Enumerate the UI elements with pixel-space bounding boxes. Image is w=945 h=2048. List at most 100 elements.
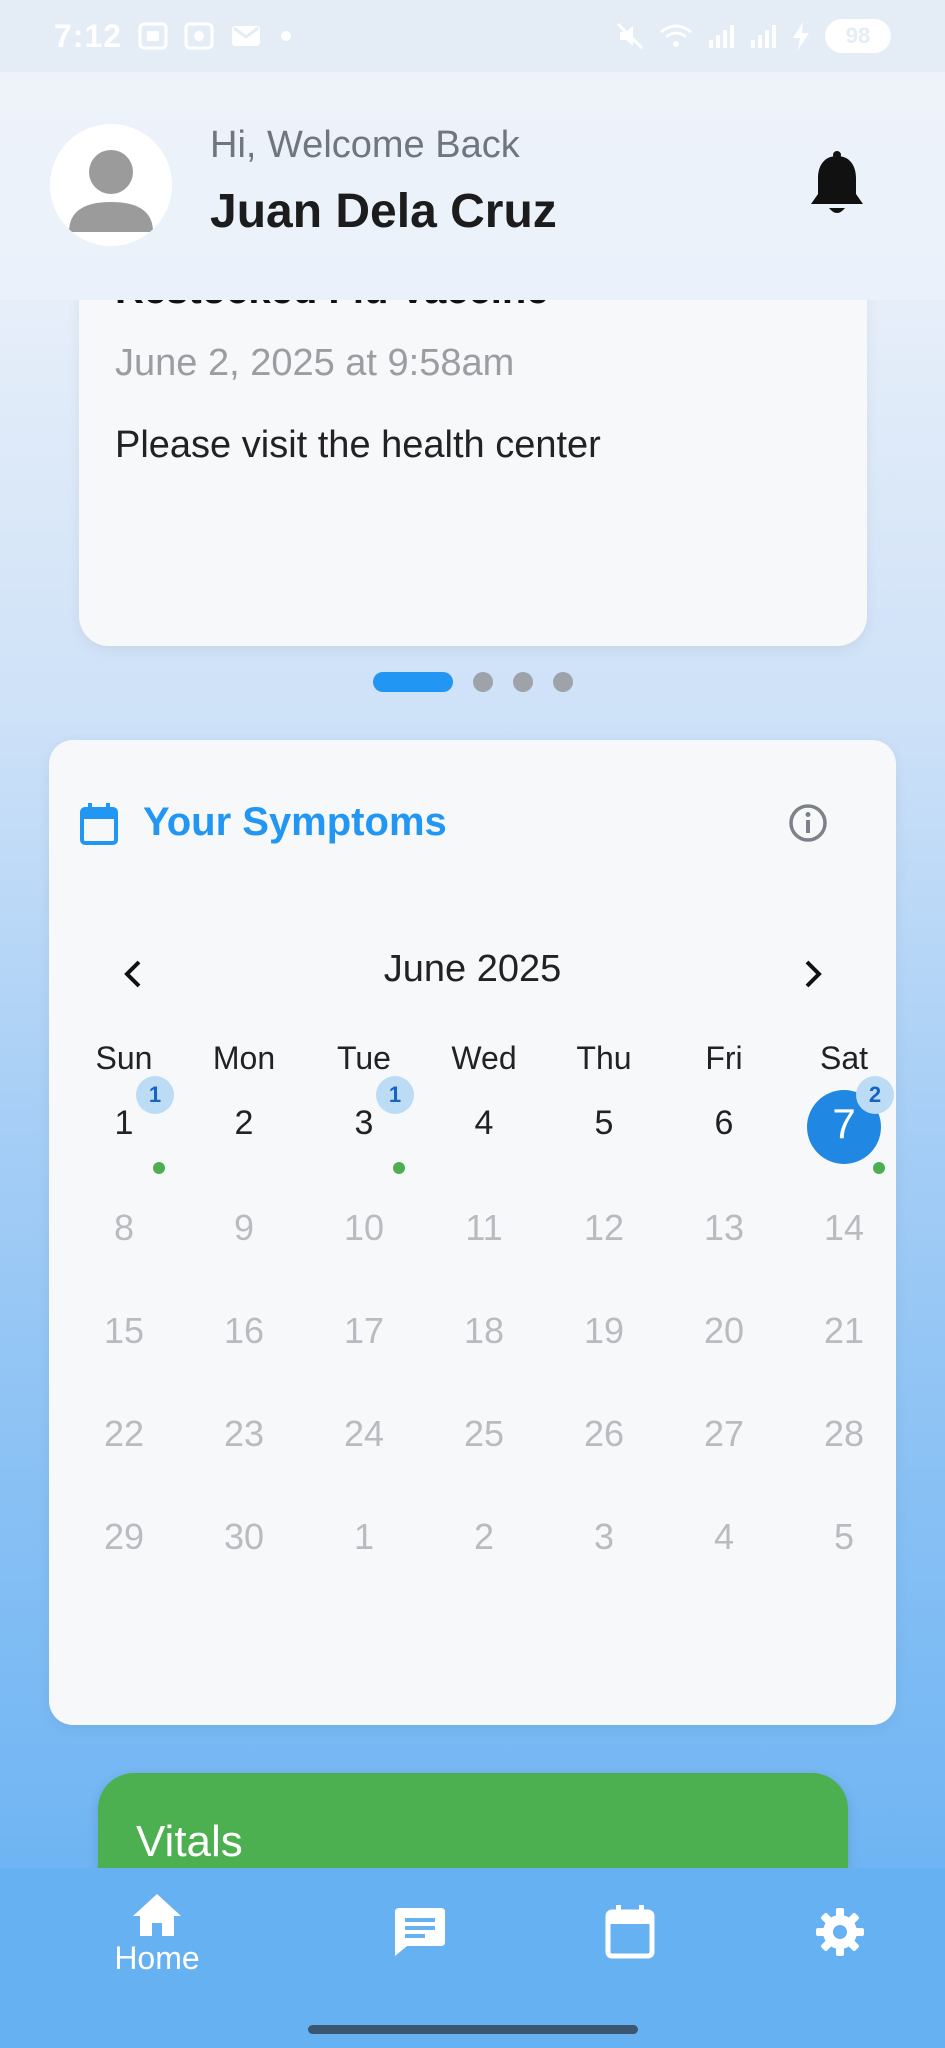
calendar-week-row: 1123145672 bbox=[64, 1076, 904, 1193]
calendar-day[interactable]: 26 bbox=[544, 1399, 664, 1502]
calendar-day[interactable]: 14 bbox=[784, 1193, 904, 1296]
calendar-day[interactable]: 28 bbox=[784, 1399, 904, 1502]
calendar-day[interactable]: 27 bbox=[664, 1399, 784, 1502]
calendar-day[interactable]: 23 bbox=[184, 1399, 304, 1502]
header: Hi, Welcome Back Juan Dela Cruz bbox=[0, 72, 945, 300]
day-number: 5 bbox=[594, 1104, 614, 1142]
next-month-button[interactable] bbox=[795, 952, 831, 996]
calendar-day[interactable]: 18 bbox=[424, 1296, 544, 1399]
calendar-day[interactable]: 17 bbox=[304, 1296, 424, 1399]
symptom-count-badge: 2 bbox=[856, 1076, 894, 1114]
carousel-dot[interactable] bbox=[512, 672, 533, 692]
calendar-day[interactable]: 29 bbox=[64, 1502, 184, 1605]
vitals-title: Vitals bbox=[136, 1817, 243, 1866]
carousel-dot-active[interactable] bbox=[372, 672, 453, 692]
nav-home-label: Home bbox=[114, 1940, 200, 1976]
day-number: 23 bbox=[223, 1413, 265, 1454]
calendar-day[interactable]: 2 bbox=[184, 1090, 304, 1193]
day-number: 1 bbox=[353, 1516, 375, 1557]
chevron-right-icon bbox=[805, 960, 822, 988]
calendar-day[interactable]: 5 bbox=[544, 1090, 664, 1193]
status-bar: 7:12 98 bbox=[0, 0, 945, 72]
calendar-day[interactable]: 2 bbox=[424, 1502, 544, 1605]
calendar-day[interactable]: 4 bbox=[424, 1090, 544, 1193]
symptom-count-badge: 1 bbox=[376, 1076, 414, 1114]
calendar-grid: 1 1 2 3 1 4 5 6 7 2 8 9 10 11 12 13 14 15 16 17 18 19 20 21 22 23… bbox=[64, 1076, 904, 1605]
calendar-day[interactable]: 22 bbox=[64, 1399, 184, 1502]
calendar-day[interactable]: 30 bbox=[184, 1502, 304, 1605]
avatar[interactable] bbox=[50, 124, 172, 246]
calendar-day[interactable]: 24 bbox=[304, 1399, 424, 1502]
calendar-day[interactable]: 19 bbox=[544, 1296, 664, 1399]
day-number: 9 bbox=[233, 1207, 255, 1248]
nav-home[interactable]: Home bbox=[97, 1892, 217, 1977]
signal-icon bbox=[707, 22, 735, 50]
person-icon bbox=[69, 150, 153, 232]
calendar-day[interactable]: 5 bbox=[784, 1502, 904, 1605]
greeting-text: Hi, Welcome Back bbox=[210, 124, 520, 166]
day-number: 26 bbox=[583, 1413, 625, 1454]
weekday-label: Sun bbox=[95, 1040, 153, 1076]
symptoms-title: Your Symptoms bbox=[143, 800, 447, 844]
carousel-dot[interactable] bbox=[552, 672, 573, 692]
calendar-day[interactable]: 20 bbox=[664, 1296, 784, 1399]
calendar-day[interactable]: 3 bbox=[544, 1502, 664, 1605]
nav-settings[interactable] bbox=[780, 1906, 900, 1958]
calendar-day-selected[interactable]: 72 bbox=[784, 1076, 904, 1193]
calendar-icon bbox=[79, 802, 119, 846]
day-number: 13 bbox=[703, 1207, 745, 1248]
status-time: 7:12 bbox=[54, 17, 123, 54]
weekday-label: Fri bbox=[705, 1040, 743, 1076]
announcement-body: Please visit the health center bbox=[115, 424, 601, 466]
day-number: 10 bbox=[343, 1207, 385, 1248]
calendar-week-row: 15 16 17 18 19 20 21 bbox=[64, 1296, 904, 1399]
info-icon[interactable] bbox=[787, 802, 829, 844]
calendar-day[interactable]: 1 bbox=[304, 1502, 424, 1605]
calendar-day[interactable]: 11 bbox=[424, 1193, 544, 1296]
carousel-dot[interactable] bbox=[472, 672, 493, 692]
calendar-day[interactable]: 25 bbox=[424, 1399, 544, 1502]
day-number: 30 bbox=[223, 1516, 265, 1557]
calendar-day[interactable]: 15 bbox=[64, 1296, 184, 1399]
weekday-header: Sun Mon Tue Wed Thu Fri Sat bbox=[64, 1040, 904, 1077]
calendar-day[interactable]: 21 bbox=[784, 1296, 904, 1399]
calendar-week-row: 8 9 10 11 12 13 14 bbox=[64, 1193, 904, 1296]
bell-icon[interactable] bbox=[806, 150, 868, 220]
calendar-day[interactable]: 12 bbox=[544, 1193, 664, 1296]
month-label: June 2025 bbox=[383, 948, 562, 990]
day-number: 4 bbox=[713, 1516, 735, 1557]
calendar-day[interactable]: 6 bbox=[664, 1090, 784, 1193]
home-icon bbox=[133, 1894, 181, 1936]
day-number: 14 bbox=[823, 1207, 865, 1248]
day-number: 12 bbox=[583, 1207, 625, 1248]
calendar-day[interactable]: 31 bbox=[304, 1076, 424, 1193]
calendar-day[interactable]: 4 bbox=[664, 1502, 784, 1605]
day-number: 15 bbox=[103, 1310, 145, 1351]
notification-dot-icon bbox=[280, 30, 292, 42]
calendar-day[interactable]: 11 bbox=[64, 1076, 184, 1193]
day-number: 27 bbox=[703, 1413, 745, 1454]
battery-level: 98 bbox=[825, 19, 891, 53]
nav-calendar[interactable] bbox=[570, 1904, 690, 1960]
calendar-day[interactable]: 10 bbox=[304, 1193, 424, 1296]
bottom-navigation: Home bbox=[0, 1868, 945, 2048]
settings-icon bbox=[816, 1908, 864, 1956]
calendar-icon bbox=[605, 1905, 655, 1959]
symptom-marker-dot bbox=[393, 1162, 405, 1174]
symptom-marker-dot bbox=[153, 1162, 165, 1174]
day-number: 18 bbox=[463, 1310, 505, 1351]
calendar-day[interactable]: 13 bbox=[664, 1193, 784, 1296]
calendar-day[interactable]: 16 bbox=[184, 1296, 304, 1399]
day-number: 17 bbox=[343, 1310, 385, 1351]
home-indicator[interactable] bbox=[308, 2025, 638, 2034]
nav-messages[interactable] bbox=[360, 1906, 480, 1958]
day-number: 2 bbox=[473, 1516, 495, 1557]
day-number: 24 bbox=[343, 1413, 385, 1454]
weekday-label: Thu bbox=[576, 1040, 632, 1076]
symptoms-card: Your Symptoms June 2025 Sun Mon Tue Wed Thu F… bbox=[49, 740, 896, 1725]
calendar-day[interactable]: 9 bbox=[184, 1193, 304, 1296]
weekday-label: Sat bbox=[819, 1040, 869, 1076]
calendar-day[interactable]: 8 bbox=[64, 1193, 184, 1296]
chat-icon bbox=[395, 1908, 445, 1956]
day-number: 19 bbox=[583, 1310, 625, 1351]
